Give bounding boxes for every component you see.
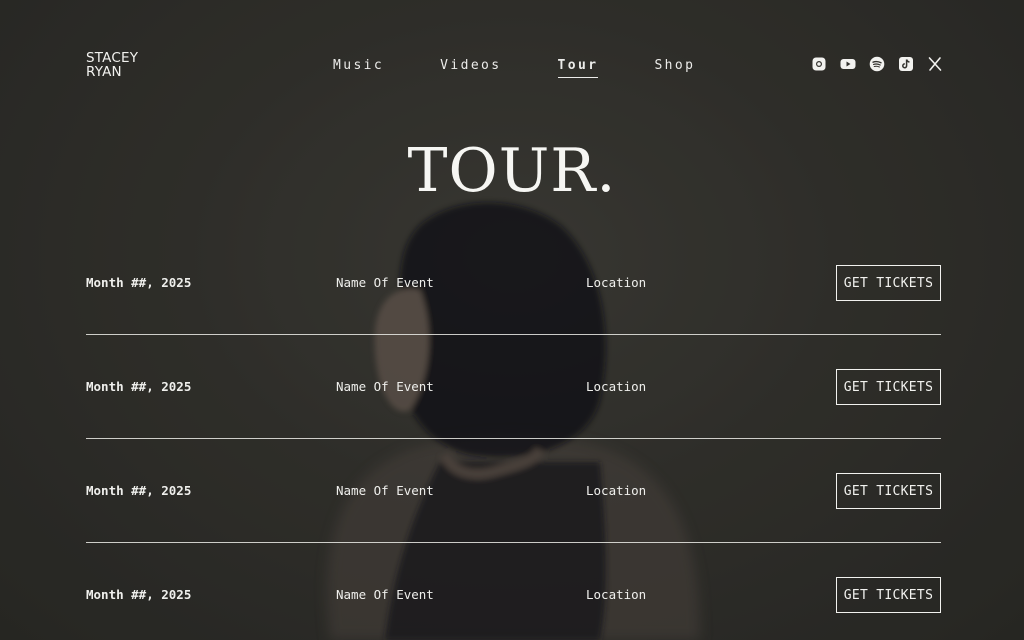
get-tickets-button[interactable]: GET TICKETS bbox=[836, 265, 941, 301]
nav-shop[interactable]: Shop bbox=[654, 58, 695, 78]
get-tickets-button[interactable]: GET TICKETS bbox=[836, 369, 941, 405]
event-name: Name Of Event bbox=[336, 379, 434, 394]
tour-row: Month ##, 2025 Name Of Event Location GE… bbox=[86, 543, 941, 640]
get-tickets-button[interactable]: GET TICKETS bbox=[836, 577, 941, 613]
brand-logo[interactable]: STACEY RYAN bbox=[86, 51, 138, 79]
page-title: TOUR. bbox=[407, 136, 617, 206]
event-location: Location bbox=[586, 587, 647, 602]
instagram-icon[interactable] bbox=[811, 56, 827, 72]
get-tickets-button[interactable]: GET TICKETS bbox=[836, 473, 941, 509]
tour-list: Month ##, 2025 Name Of Event Location GE… bbox=[86, 231, 941, 640]
nav-tour[interactable]: Tour bbox=[557, 58, 599, 78]
tour-row: Month ##, 2025 Name Of Event Location GE… bbox=[86, 439, 941, 543]
event-date: Month ##, 2025 bbox=[86, 587, 192, 602]
event-location: Location bbox=[586, 379, 647, 394]
tour-row: Month ##, 2025 Name Of Event Location GE… bbox=[86, 335, 941, 439]
youtube-icon[interactable] bbox=[840, 56, 856, 72]
event-date: Month ##, 2025 bbox=[86, 275, 192, 290]
event-name: Name Of Event bbox=[336, 483, 434, 498]
x-icon[interactable] bbox=[927, 56, 943, 72]
event-location: Location bbox=[586, 483, 647, 498]
tour-row: Month ##, 2025 Name Of Event Location GE… bbox=[86, 231, 941, 335]
event-name: Name Of Event bbox=[336, 275, 434, 290]
event-location: Location bbox=[586, 275, 647, 290]
spotify-icon[interactable] bbox=[869, 56, 885, 72]
brand-line-1: STACEY bbox=[86, 50, 139, 66]
main-nav: Music Videos Tour Shop bbox=[333, 58, 695, 78]
nav-music[interactable]: Music bbox=[333, 58, 384, 78]
social-links bbox=[811, 56, 943, 72]
nav-videos[interactable]: Videos bbox=[440, 58, 501, 78]
event-name: Name Of Event bbox=[336, 587, 434, 602]
event-date: Month ##, 2025 bbox=[86, 379, 192, 394]
tiktok-icon[interactable] bbox=[898, 56, 914, 72]
brand-line-2: RYAN bbox=[86, 64, 122, 80]
event-date: Month ##, 2025 bbox=[86, 483, 192, 498]
